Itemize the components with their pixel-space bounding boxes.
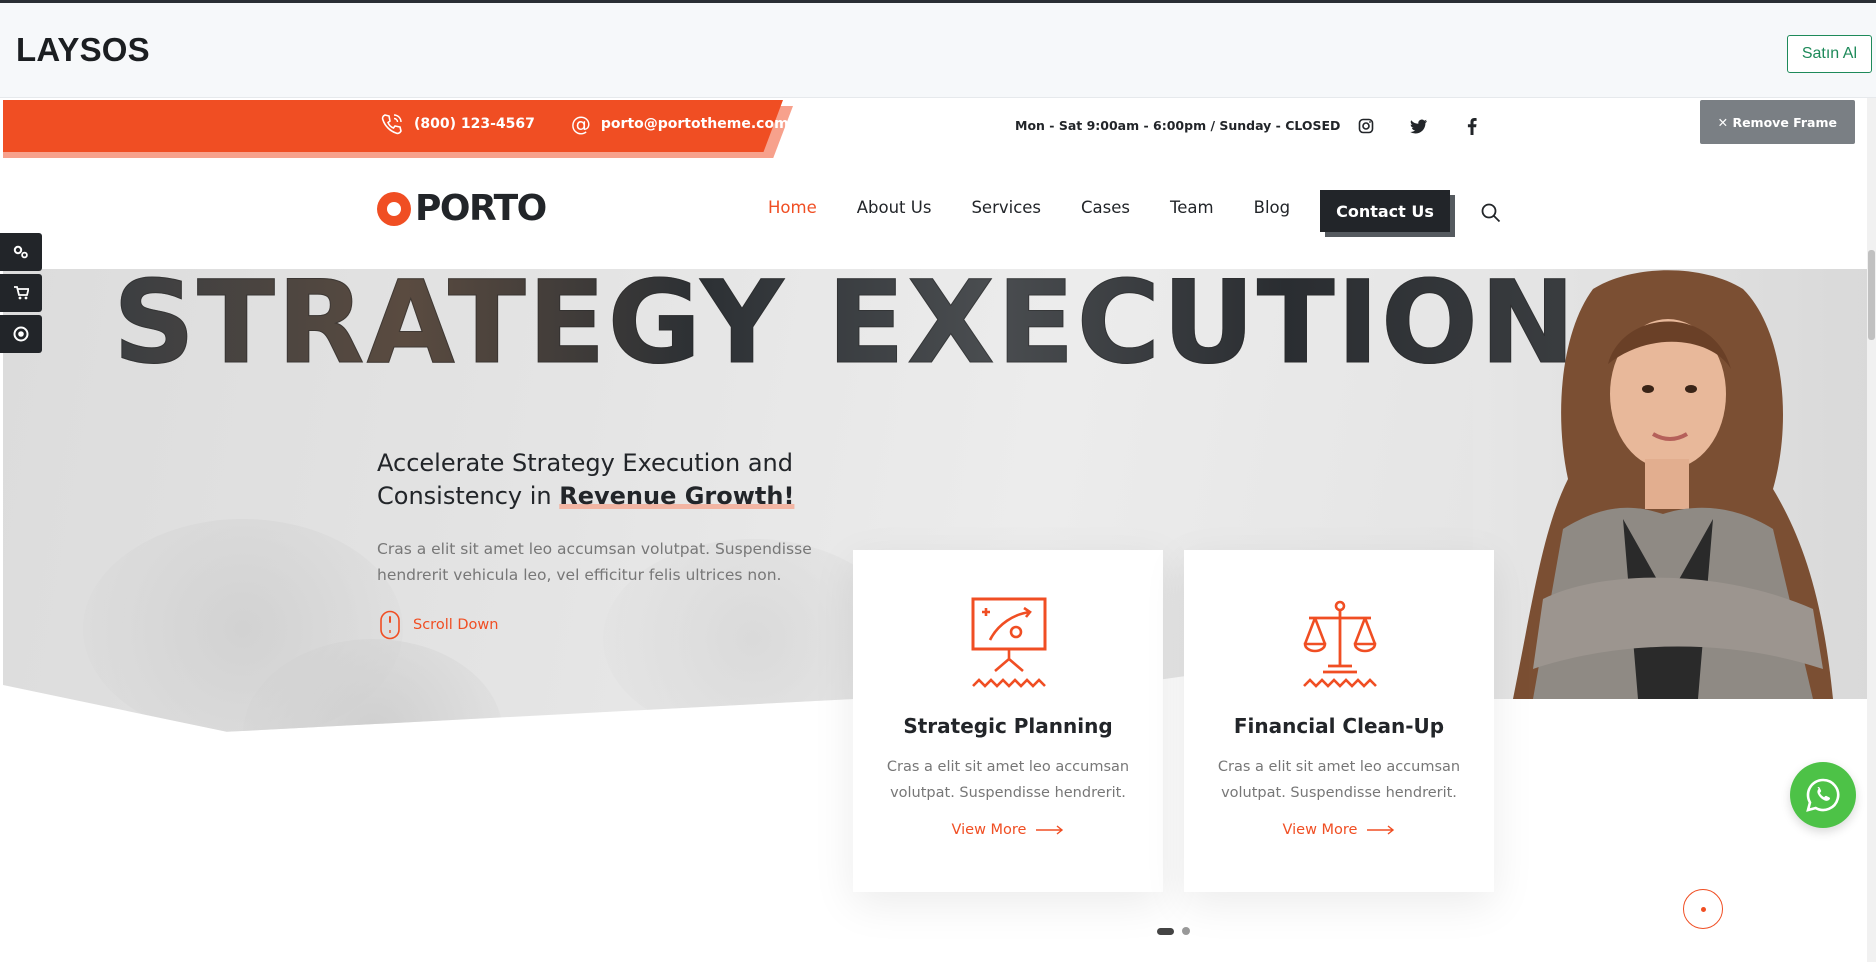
strategy-board-icon	[971, 597, 1047, 688]
cart-icon	[14, 286, 29, 300]
card-text: Cras a elit sit amet leo accumsan volutp…	[886, 759, 1130, 801]
business-hours: Mon - Sat 9:00am - 6:00pm / Sunday - CLO…	[1015, 118, 1341, 133]
carousel-dot-active[interactable]	[1157, 927, 1174, 935]
gears-icon	[13, 245, 28, 259]
main-nav: Home About Us Services Cases Team Blog	[768, 198, 1330, 217]
logo-mark-icon	[377, 191, 411, 226]
carousel-dots	[1157, 927, 1190, 935]
arrow-right-icon	[1367, 825, 1395, 835]
side-tools	[0, 233, 42, 353]
search-icon[interactable]	[1480, 202, 1502, 224]
hero-big-title: STRATEGY EXECUTION	[112, 256, 1578, 389]
hero-headline-highlight: Revenue Growth!	[559, 482, 795, 510]
topbar-email[interactable]: porto@portotheme.com	[601, 116, 789, 132]
topbar-contact: (800) 123-4567 @ porto@portotheme.com	[380, 112, 789, 136]
site-preview: (800) 123-4567 @ porto@portotheme.com Mo…	[3, 98, 1867, 962]
site-logo[interactable]: PORTO	[377, 188, 547, 229]
page-scrollbar[interactable]	[1867, 98, 1876, 962]
instagram-icon[interactable]	[1353, 113, 1379, 139]
phone-icon	[381, 114, 402, 135]
facebook-icon[interactable]	[1459, 113, 1485, 139]
nav-about-us[interactable]: About Us	[857, 198, 932, 217]
carousel-dot[interactable]	[1182, 927, 1190, 935]
card-title: Financial Clean-Up	[1233, 714, 1445, 738]
cart-tool-button[interactable]	[0, 274, 42, 312]
scroll-down-label: Scroll Down	[413, 617, 499, 633]
nav-home[interactable]: Home	[768, 198, 817, 217]
scales-icon	[1303, 600, 1377, 688]
settings-tool-button[interactable]	[0, 233, 42, 271]
view-more-label: View More	[951, 822, 1027, 838]
logo-text: PORTO	[415, 188, 547, 229]
nav-services[interactable]: Services	[971, 198, 1041, 217]
topbar-phone[interactable]: (800) 123-4567	[414, 116, 535, 132]
frame-bar: LAYSOS Satın Al	[0, 0, 1876, 98]
mouse-icon	[380, 610, 400, 640]
target-icon	[13, 326, 29, 342]
frame-title: LAYSOS	[16, 31, 150, 68]
twitter-icon[interactable]	[1406, 113, 1432, 139]
scrollbar-thumb[interactable]	[1868, 250, 1875, 340]
contact-us-button[interactable]: Contact Us	[1320, 190, 1450, 232]
view-more-link[interactable]: View More	[1184, 822, 1494, 838]
scroll-down-link[interactable]: Scroll Down	[379, 610, 498, 640]
service-card[interactable]: Financial Clean-Up Cras a elit sit amet …	[1184, 550, 1494, 892]
nav-team[interactable]: Team	[1170, 198, 1214, 217]
service-card[interactable]: Strategic Planning Cras a elit sit amet …	[853, 550, 1163, 892]
card-title: Strategic Planning	[903, 714, 1113, 738]
hero-bokeh	[243, 639, 503, 732]
view-more-label: View More	[1282, 822, 1358, 838]
remove-frame-button[interactable]: ✕ Remove Frame	[1699, 100, 1855, 144]
nav-cases[interactable]: Cases	[1081, 198, 1130, 217]
hero-headline: Accelerate Strategy Execution and Consis…	[377, 447, 857, 513]
at-icon: @	[570, 112, 591, 136]
arrow-right-icon	[1036, 825, 1064, 835]
card-text: Cras a elit sit amet leo accumsan volutp…	[1217, 759, 1461, 801]
scroll-indicator-button[interactable]	[1683, 889, 1723, 929]
buy-button[interactable]: Satın Al	[1786, 35, 1872, 73]
nav-blog[interactable]: Blog	[1254, 198, 1290, 217]
hero-description: Cras a elit sit amet leo accumsan volutp…	[377, 540, 812, 584]
social-links	[1353, 113, 1485, 139]
whatsapp-button[interactable]	[1790, 762, 1856, 828]
whatsapp-icon	[1806, 778, 1840, 812]
view-more-link[interactable]: View More	[853, 822, 1163, 838]
target-tool-button[interactable]	[0, 315, 42, 353]
